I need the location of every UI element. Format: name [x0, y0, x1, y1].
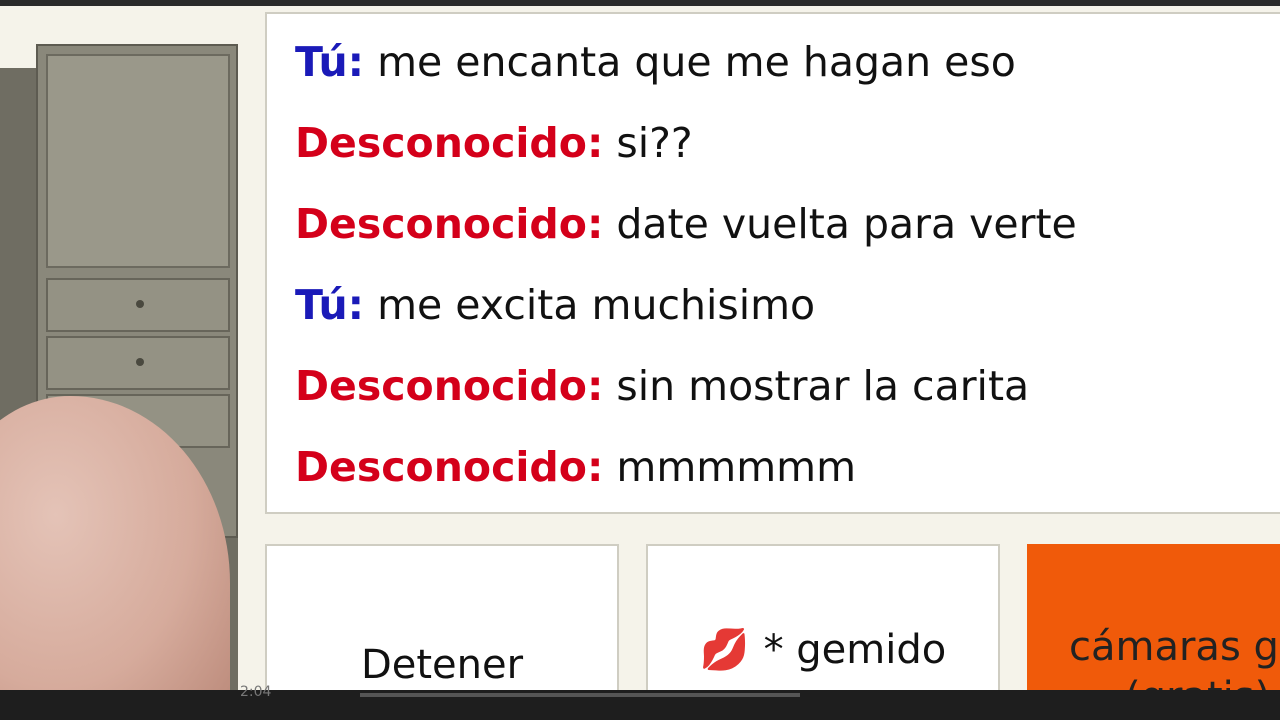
cabinet-drawer	[46, 336, 230, 390]
chat-message: Desconocido: mmmmmm	[295, 443, 856, 491]
drawer-knob	[136, 358, 144, 366]
message-speaker: Tú:	[295, 281, 365, 329]
message-text: date vuelta para verte	[616, 200, 1077, 248]
lips-icon: 💋	[699, 627, 750, 673]
chat-message: Desconocido: si??	[295, 119, 693, 167]
cabinet-door	[46, 54, 230, 268]
message-text: mmmmmm	[616, 443, 857, 491]
chat-log: Tú: me encanta que me hagan eso Desconoc…	[265, 12, 1280, 514]
moan-button[interactable]: 💋 * gemido	[646, 544, 1000, 690]
app-frame: Tú: me encanta que me hagan eso Desconoc…	[0, 6, 1280, 690]
message-speaker: Desconocido:	[295, 362, 604, 410]
video-player-bar: 2:04	[0, 684, 1280, 720]
cams-button-sublabel: (gratis)	[1125, 674, 1270, 690]
cabinet-drawer	[46, 278, 230, 332]
webcam-video	[0, 36, 238, 690]
moan-button-label: * gemido	[763, 627, 947, 673]
chat-message: Tú: me encanta que me hagan eso	[295, 38, 1016, 86]
message-text: me encanta que me hagan eso	[377, 38, 1016, 86]
free-cams-button[interactable]: cámaras g (gratis)	[1027, 544, 1280, 690]
chat-message: Desconocido: sin mostrar la carita	[295, 362, 1029, 410]
stop-button[interactable]: Detener	[265, 544, 619, 690]
message-speaker: Desconocido:	[295, 200, 604, 248]
drawer-knob	[136, 300, 144, 308]
playback-time: 2:04	[240, 684, 272, 700]
message-speaker: Desconocido:	[295, 443, 604, 491]
message-speaker: Desconocido:	[295, 119, 604, 167]
stop-button-label: Detener	[360, 642, 524, 688]
chat-message: Desconocido: date vuelta para verte	[295, 200, 1077, 248]
seek-bar[interactable]	[360, 693, 800, 697]
message-text: si??	[616, 119, 693, 167]
message-text: me excita muchisimo	[377, 281, 816, 329]
chat-message: Tú: me excita muchisimo	[295, 281, 815, 329]
message-speaker: Tú:	[295, 38, 365, 86]
message-text: sin mostrar la carita	[616, 362, 1030, 410]
cams-button-label: cámaras g	[1069, 624, 1279, 670]
